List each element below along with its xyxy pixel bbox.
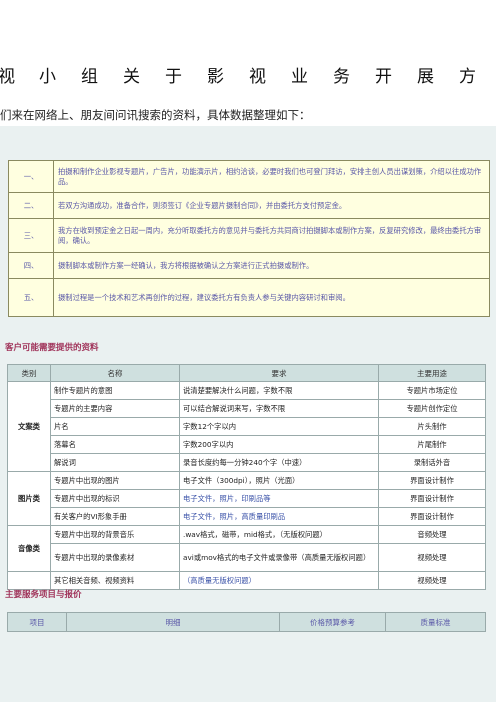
table-row: 专题片的主要内容 可以结合解说词来写，字数不限 专题片创作定位 — [8, 399, 486, 418]
table-row: 专题片中出现的标识 电子文件，照片，印刷品等 界面设计制作 — [8, 489, 486, 508]
title-char: 开 — [375, 67, 392, 87]
category-cell: 图片类 — [7, 471, 51, 526]
category-cell: 文案类 — [7, 381, 51, 472]
process-step-number: 三、 — [8, 218, 54, 253]
name-cell: 专题片中出现的图片 — [50, 471, 180, 490]
table-row: 图片类 专题片中出现的图片 电子文件（300dpi），照片（光面） 界面设计制作 — [7, 471, 486, 526]
usage-cell: 界面设计制作 — [378, 489, 486, 508]
title-char: 影 — [207, 67, 224, 87]
name-cell: 其它相关音频、视频资料 — [50, 571, 180, 590]
process-table: 一、 拍摄和制作企业影视专题片，广告片，功能演示片，相约洽谈，必要时我们也可登门… — [8, 160, 490, 317]
requirement-cell: 电子文件，照片，高质量印刷品 — [179, 507, 379, 526]
usage-cell: 专题片创作定位 — [378, 399, 486, 418]
requirement-cell: avi或mov格式的电子文件或录像带（高质量无版权问题） — [179, 543, 379, 572]
table-header-row: 类别 名称 要求 主要用途 — [7, 364, 486, 382]
table-row: 专题片中出现的录像素材 avi或mov格式的电子文件或录像带（高质量无版权问题）… — [8, 543, 486, 572]
process-row: 一、 拍摄和制作企业影视专题片，广告片，功能演示片，相约洽谈，必要时我们也可登门… — [8, 160, 490, 193]
name-cell: 片名 — [50, 417, 180, 436]
services-table: 项目 明细 价格预算参考 质量标准 — [7, 612, 486, 632]
requirement-cell: 电子文件，照片，印刷品等 — [179, 489, 379, 508]
usage-cell: 片头制作 — [378, 417, 486, 436]
name-cell: 专题片中出现的录像素材 — [50, 543, 180, 572]
intro-text: 们来在网络上、朋友间问讯搜索的资料，具体数据整理如下： — [0, 108, 311, 122]
name-cell: 专题片的主要内容 — [50, 399, 180, 418]
title-char: 业 — [291, 67, 308, 87]
requirement-cell: 说清楚要解决什么问题，字数不限 — [179, 381, 379, 400]
category-cell: 音像类 — [7, 525, 51, 572]
process-row: 四、 摄制脚本或制作方案一经确认，我方将根据被确认之方案进行正式拍摄或制作。 — [8, 252, 490, 279]
services-section-title: 主要服务项目与报价 — [5, 590, 82, 600]
usage-cell: 视频处理 — [378, 543, 486, 572]
title-char: 务 — [333, 67, 350, 87]
process-step-number: 二、 — [8, 192, 54, 219]
process-step-text: 摄制脚本或制作方案一经确认，我方将根据被确认之方案进行正式拍摄或制作。 — [53, 252, 490, 279]
process-step-number: 一、 — [8, 160, 54, 193]
usage-cell: 界面设计制作 — [378, 507, 486, 526]
name-cell: 制作专题片的意图 — [50, 381, 180, 400]
table-header-row: 项目 明细 价格预算参考 质量标准 — [7, 612, 486, 632]
column-header: 价格预算参考 — [279, 612, 386, 632]
table-row: 解说词 录音长度约每一分钟240个字（中速） 录制话外音 — [8, 453, 486, 472]
table-row: 音像类 专题片中出现的背景音乐 .wav格式，磁带，mid格式，（无版权问题） … — [7, 525, 486, 572]
materials-section-title: 客户可能需要提供的资料 — [5, 343, 99, 353]
title-char: 于 — [165, 67, 182, 87]
process-step-text: 拍摄和制作企业影视专题片，广告片，功能演示片，相约洽谈，必要时我们也可登门拜访，… — [53, 160, 490, 193]
column-header: 名称 — [50, 364, 180, 382]
table-row: 文案类 制作专题片的意图 说清楚要解决什么问题，字数不限 专题片市场定位 — [7, 381, 486, 472]
column-header: 项目 — [7, 612, 67, 632]
column-header: 要求 — [179, 364, 379, 382]
column-header: 质量标准 — [385, 612, 486, 632]
table-row: 其它相关音频、视频资料 （高质量无版权问题） 视频处理 — [7, 571, 486, 590]
requirement-cell: 可以结合解说词来写，字数不限 — [179, 399, 379, 418]
requirement-cell: 字数200字以内 — [179, 435, 379, 454]
name-cell: 落幕名 — [50, 435, 180, 454]
requirement-cell: 字数12个字以内 — [179, 417, 379, 436]
name-cell: 专题片中出现的标识 — [50, 489, 180, 508]
column-header: 类别 — [7, 364, 51, 382]
usage-cell: 音频处理 — [378, 525, 486, 544]
title-char: 视 — [0, 67, 15, 87]
process-row: 三、 我方在收到预定金之日起一周内，充分听取委托方的意见并与委托方共同商讨拍摄脚… — [8, 218, 490, 253]
name-cell: 解说词 — [50, 453, 180, 472]
column-header: 主要用途 — [378, 364, 486, 382]
process-row: 五、 摄制过程是一个技术和艺术再创作的过程，建议委托方有负责人参与关键内容研讨和… — [8, 278, 490, 317]
column-header: 明细 — [66, 612, 280, 632]
table-row: 有关客户的VI形象手册 电子文件，照片，高质量印刷品 界面设计制作 — [8, 507, 486, 526]
process-row: 二、 若双方沟通成功，准备合作，则须签订《企业专题片摄制合同》，并由委托方支付预… — [8, 192, 490, 219]
materials-table: 类别 名称 要求 主要用途 文案类 制作专题片的意图 说清楚要解决什么问题，字数… — [7, 364, 486, 590]
usage-cell: 录制话外音 — [378, 453, 486, 472]
name-cell: 专题片中出现的背景音乐 — [50, 525, 180, 544]
usage-cell: 专题片市场定位 — [378, 381, 486, 400]
table-row: 片名 字数12个字以内 片头制作 — [8, 417, 486, 436]
process-step-text: 摄制过程是一个技术和艺术再创作的过程，建议委托方有负责人参与关键内容研讨和审阅。 — [53, 278, 490, 317]
usage-cell: 视频处理 — [378, 571, 486, 590]
document-title: 视 小 组 关 于 影 视 业 务 开 展 方 — [0, 62, 496, 87]
requirement-cell: （高质量无版权问题） — [179, 571, 379, 590]
table-row: 落幕名 字数200字以内 片尾制作 — [8, 435, 486, 454]
process-step-text: 我方在收到预定金之日起一周内，充分听取委托方的意见并与委托方共同商讨拍摄脚本或制… — [53, 218, 490, 253]
name-cell: 有关客户的VI形象手册 — [50, 507, 180, 526]
title-char: 关 — [123, 67, 140, 87]
title-char: 方 — [459, 67, 476, 87]
category-cell — [7, 571, 51, 590]
requirement-cell: 录音长度约每一分钟240个字（中速） — [179, 453, 379, 472]
usage-cell: 片尾制作 — [378, 435, 486, 454]
process-step-text: 若双方沟通成功，准备合作，则须签订《企业专题片摄制合同》，并由委托方支付预定金。 — [53, 192, 490, 219]
title-char: 小 — [39, 67, 56, 87]
process-step-number: 四、 — [8, 252, 54, 279]
process-step-number: 五、 — [8, 278, 54, 317]
requirement-cell: .wav格式，磁带，mid格式，（无版权问题） — [179, 525, 379, 544]
title-char: 展 — [417, 67, 434, 87]
title-char: 组 — [81, 67, 98, 87]
requirement-cell: 电子文件（300dpi），照片（光面） — [179, 471, 379, 490]
usage-cell: 界面设计制作 — [378, 471, 486, 490]
title-char: 视 — [249, 67, 266, 87]
